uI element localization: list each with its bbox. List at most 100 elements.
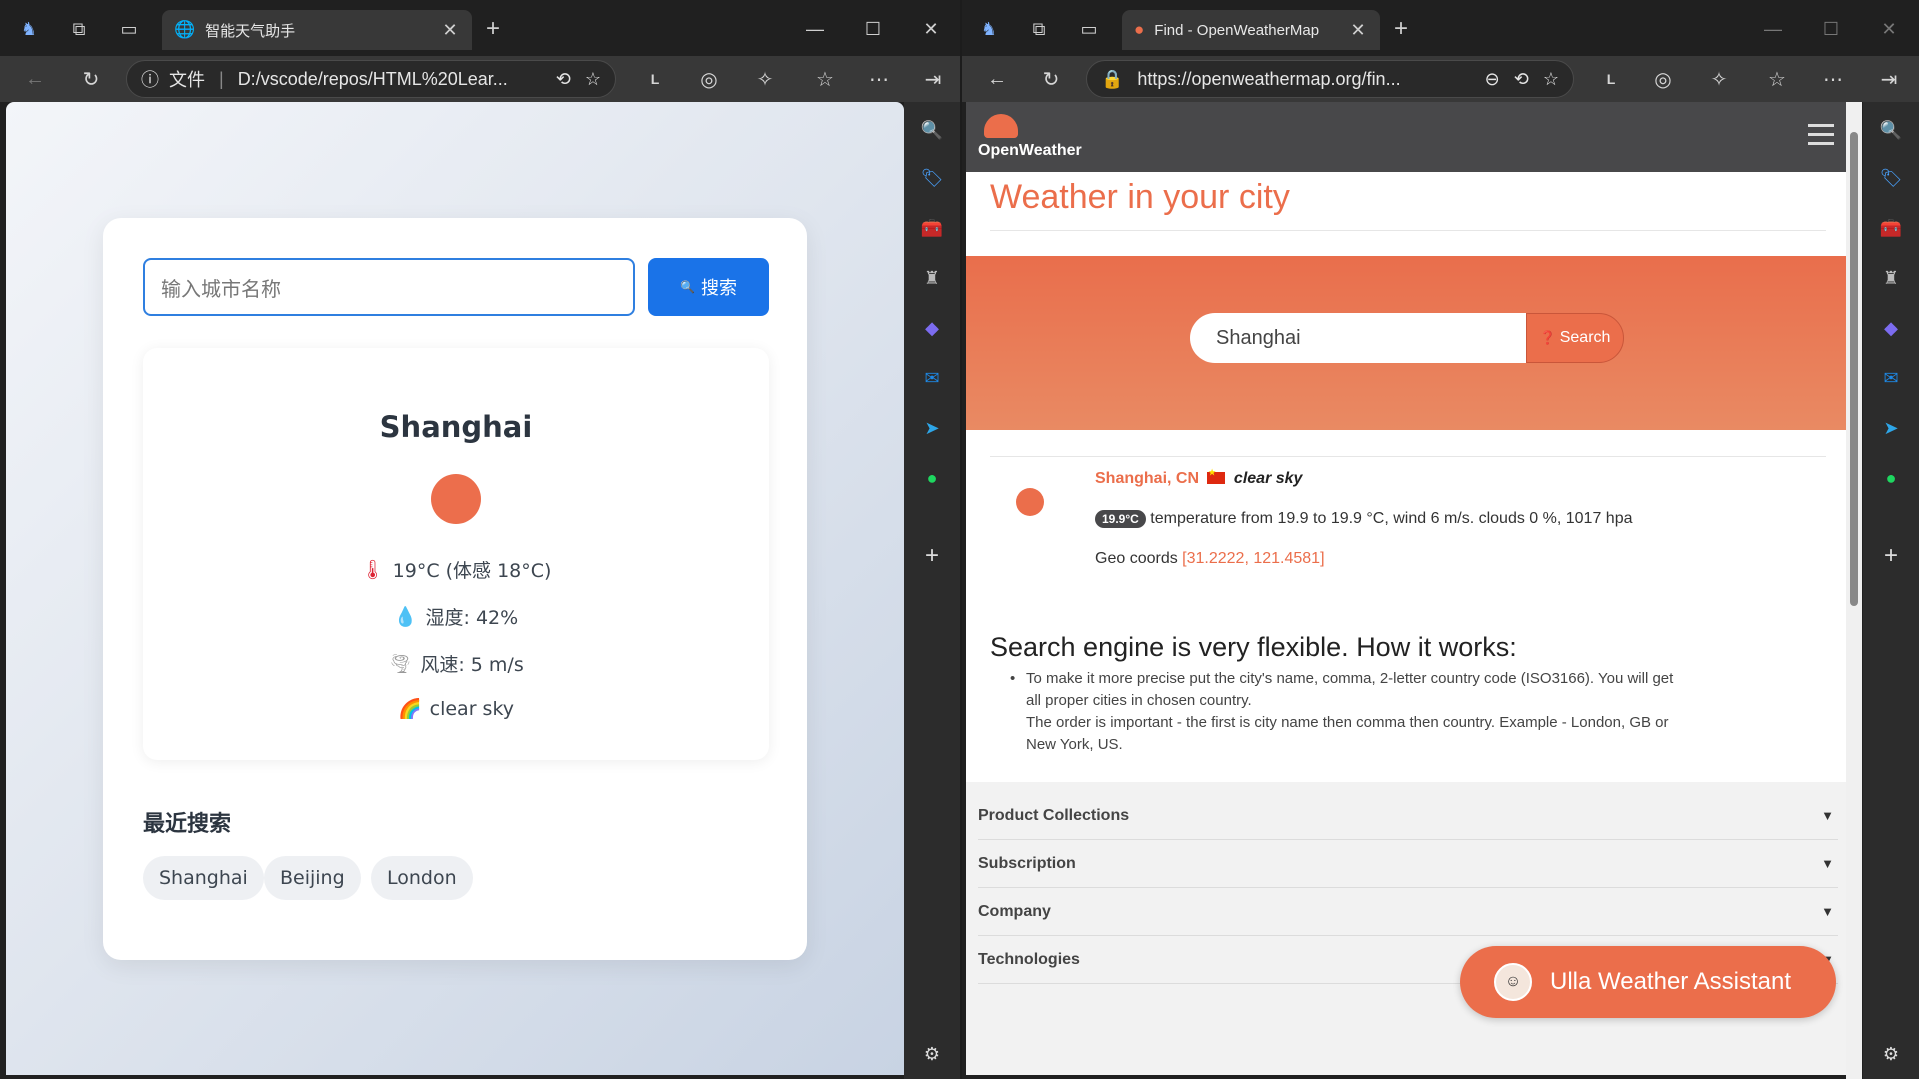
geo-value-link[interactable]: [31.2222, 121.4581] xyxy=(1182,550,1324,567)
result-divider xyxy=(990,456,1826,457)
outlook-icon[interactable]: ✉ xyxy=(918,364,946,392)
toolbox-icon[interactable]: 🧰 xyxy=(918,214,946,242)
droplet-icon: 💧 xyxy=(393,606,418,628)
extension-l-icon[interactable]: L xyxy=(1596,64,1626,94)
tab-weather-assistant[interactable]: 🌐 智能天气助手 ✕ xyxy=(162,10,472,50)
assistant-avatar-icon: ☺ xyxy=(1494,963,1532,1001)
address-bar[interactable]: 🔒 https://openweathermap.org/fin... ⊖ ⟲ … xyxy=(1086,60,1574,98)
sidebar-toggle-icon[interactable]: ⇥ xyxy=(918,64,948,94)
ow-header: OpenWeather xyxy=(966,102,1850,172)
recent-chip-london[interactable]: London xyxy=(371,856,473,900)
close-tab-icon[interactable]: ✕ xyxy=(440,20,460,41)
favorites-icon[interactable]: ☆ xyxy=(810,64,840,94)
right-tab-bar: ♞ ⧉ ▭ ● Find - OpenWeatherMap ✕ + — ☐ ✕ xyxy=(962,0,1919,56)
extension-l-icon[interactable]: L xyxy=(640,64,670,94)
settings-gear-icon[interactable]: ⚙ xyxy=(1877,1040,1905,1068)
games-icon[interactable]: ♜ xyxy=(1877,264,1905,292)
spotify-icon[interactable]: ● xyxy=(1877,464,1905,492)
back-icon[interactable]: ← xyxy=(20,64,50,94)
address-bar[interactable]: ⓘ 文件 | D:/vscode/repos/HTML%20Lear... ⟲ … xyxy=(126,60,616,98)
favorites-icon[interactable]: ☆ xyxy=(1762,64,1792,94)
copilot-icon[interactable]: ◆ xyxy=(1877,314,1905,342)
close-window-icon[interactable]: ✕ xyxy=(1874,14,1904,44)
footer-item-subscription[interactable]: Subscription ▼ xyxy=(978,840,1838,888)
recent-chip-beijing[interactable]: Beijing xyxy=(264,856,361,900)
zoom-icon[interactable]: ⊖ xyxy=(1485,69,1500,90)
add-sidebar-icon[interactable]: + xyxy=(918,542,946,570)
refresh-icon[interactable]: ↻ xyxy=(1036,64,1066,94)
address-url: D:/vscode/repos/HTML%20Lear... xyxy=(237,68,508,89)
temp-badge: 19.9°C xyxy=(1095,510,1146,528)
openweather-favicon-icon: ● xyxy=(1134,20,1145,39)
copilot-icon[interactable]: ◆ xyxy=(918,314,946,342)
weather-app-page: 输入城市名称 🔍 搜索 Shanghai 🌡 19°C (体感 18°C) 💧 … xyxy=(6,102,904,1075)
new-tab-icon[interactable]: + xyxy=(478,14,508,44)
settings-gear-icon[interactable]: ⚙ xyxy=(918,1040,946,1068)
search-icon[interactable]: 🔍 xyxy=(1877,116,1905,144)
search-button-label: 搜索 xyxy=(700,278,737,299)
new-tab-icon[interactable]: + xyxy=(1386,14,1416,44)
profile-icon[interactable]: ♞ xyxy=(974,14,1004,44)
city-search-input[interactable]: Shanghai xyxy=(1190,313,1526,363)
read-aloud-icon[interactable]: ⟲ xyxy=(1514,69,1529,90)
left-tab-bar: ♞ ⧉ ▭ 🌐 智能天气助手 ✕ + — ☐ ✕ xyxy=(0,0,960,56)
minimize-icon[interactable]: — xyxy=(1758,14,1788,44)
search-button[interactable]: 🔍 搜索 xyxy=(648,258,769,316)
ulla-assistant-button[interactable]: ☺ Ulla Weather Assistant xyxy=(1460,946,1836,1018)
reader-icon[interactable]: ◎ xyxy=(694,64,724,94)
openweather-page: OpenWeather Weather in your city Shangha… xyxy=(966,102,1850,1075)
weather-result: Shanghai 🌡 19°C (体感 18°C) 💧 湿度: 42% 🌪 风速… xyxy=(143,348,769,760)
outlook-icon[interactable]: ✉ xyxy=(1877,364,1905,392)
sidebar-toggle-icon[interactable]: ⇥ xyxy=(1874,64,1904,94)
result-city-link[interactable]: Shanghai, CN xyxy=(1095,470,1199,487)
tag-icon[interactable]: 🏷 xyxy=(918,164,946,192)
send-icon[interactable]: ➤ xyxy=(1877,414,1905,442)
tab-actions-icon[interactable]: ▭ xyxy=(114,14,144,44)
spotify-icon[interactable]: ● xyxy=(918,464,946,492)
reader-icon[interactable]: ◎ xyxy=(1648,64,1678,94)
search-button[interactable]: ❓ Search xyxy=(1526,313,1624,363)
more-icon[interactable]: ⋯ xyxy=(864,64,894,94)
workspaces-icon[interactable]: ⧉ xyxy=(64,14,94,44)
refresh-icon[interactable]: ↻ xyxy=(76,64,106,94)
maximize-icon[interactable]: ☐ xyxy=(858,14,888,44)
maximize-icon[interactable]: ☐ xyxy=(1816,14,1846,44)
workspaces-icon[interactable]: ⧉ xyxy=(1024,14,1054,44)
toolbox-icon[interactable]: 🧰 xyxy=(1877,214,1905,242)
send-icon[interactable]: ➤ xyxy=(918,414,946,442)
extensions-icon[interactable]: ✧ xyxy=(750,64,780,94)
search-icon[interactable]: 🔍 xyxy=(918,116,946,144)
details-text: temperature from 19.9 to 19.9 °C, wind 6… xyxy=(1150,510,1633,527)
page-scrollbar[interactable] xyxy=(1846,102,1862,1079)
close-window-icon[interactable]: ✕ xyxy=(916,14,946,44)
more-icon[interactable]: ⋯ xyxy=(1818,64,1848,94)
openweather-logo-icon[interactable] xyxy=(984,114,1018,138)
footer-item-product-collections[interactable]: Product Collections ▼ xyxy=(978,792,1838,840)
thermometer-icon: 🌡 xyxy=(360,559,385,581)
globe-icon: 🌐 xyxy=(174,20,196,39)
minimize-icon[interactable]: — xyxy=(800,14,830,44)
recent-chip-shanghai[interactable]: Shanghai xyxy=(143,856,264,900)
info-icon: ⓘ xyxy=(141,70,159,90)
tag-icon[interactable]: 🏷 xyxy=(1877,164,1905,192)
extensions-icon[interactable]: ✧ xyxy=(1704,64,1734,94)
assistant-label: Ulla Weather Assistant xyxy=(1550,968,1791,995)
wind-line: 🌪 风速: 5 m/s xyxy=(143,650,769,677)
back-icon[interactable]: ← xyxy=(982,64,1012,94)
openweather-logo-text[interactable]: OpenWeather xyxy=(978,142,1082,160)
description-line: 🌈 clear sky xyxy=(143,697,769,721)
city-search-input[interactable]: 输入城市名称 xyxy=(143,258,635,316)
tab-openweathermap[interactable]: ● Find - OpenWeatherMap ✕ xyxy=(1122,10,1380,50)
right-address-row: ← ↻ 🔒 https://openweathermap.org/fin... … xyxy=(962,56,1919,102)
tab-actions-icon[interactable]: ▭ xyxy=(1074,14,1104,44)
add-sidebar-icon[interactable]: + xyxy=(1877,542,1905,570)
profile-icon[interactable]: ♞ xyxy=(14,14,44,44)
favorite-star-icon[interactable]: ☆ xyxy=(1543,69,1559,90)
scrollbar-thumb[interactable] xyxy=(1850,132,1858,606)
hamburger-menu-icon[interactable] xyxy=(1808,124,1834,151)
games-icon[interactable]: ♜ xyxy=(918,264,946,292)
footer-item-company[interactable]: Company ▼ xyxy=(978,888,1838,936)
favorite-star-icon[interactable]: ☆ xyxy=(585,69,601,90)
close-tab-icon[interactable]: ✕ xyxy=(1348,20,1368,41)
read-aloud-icon[interactable]: ⟲ xyxy=(556,69,571,90)
